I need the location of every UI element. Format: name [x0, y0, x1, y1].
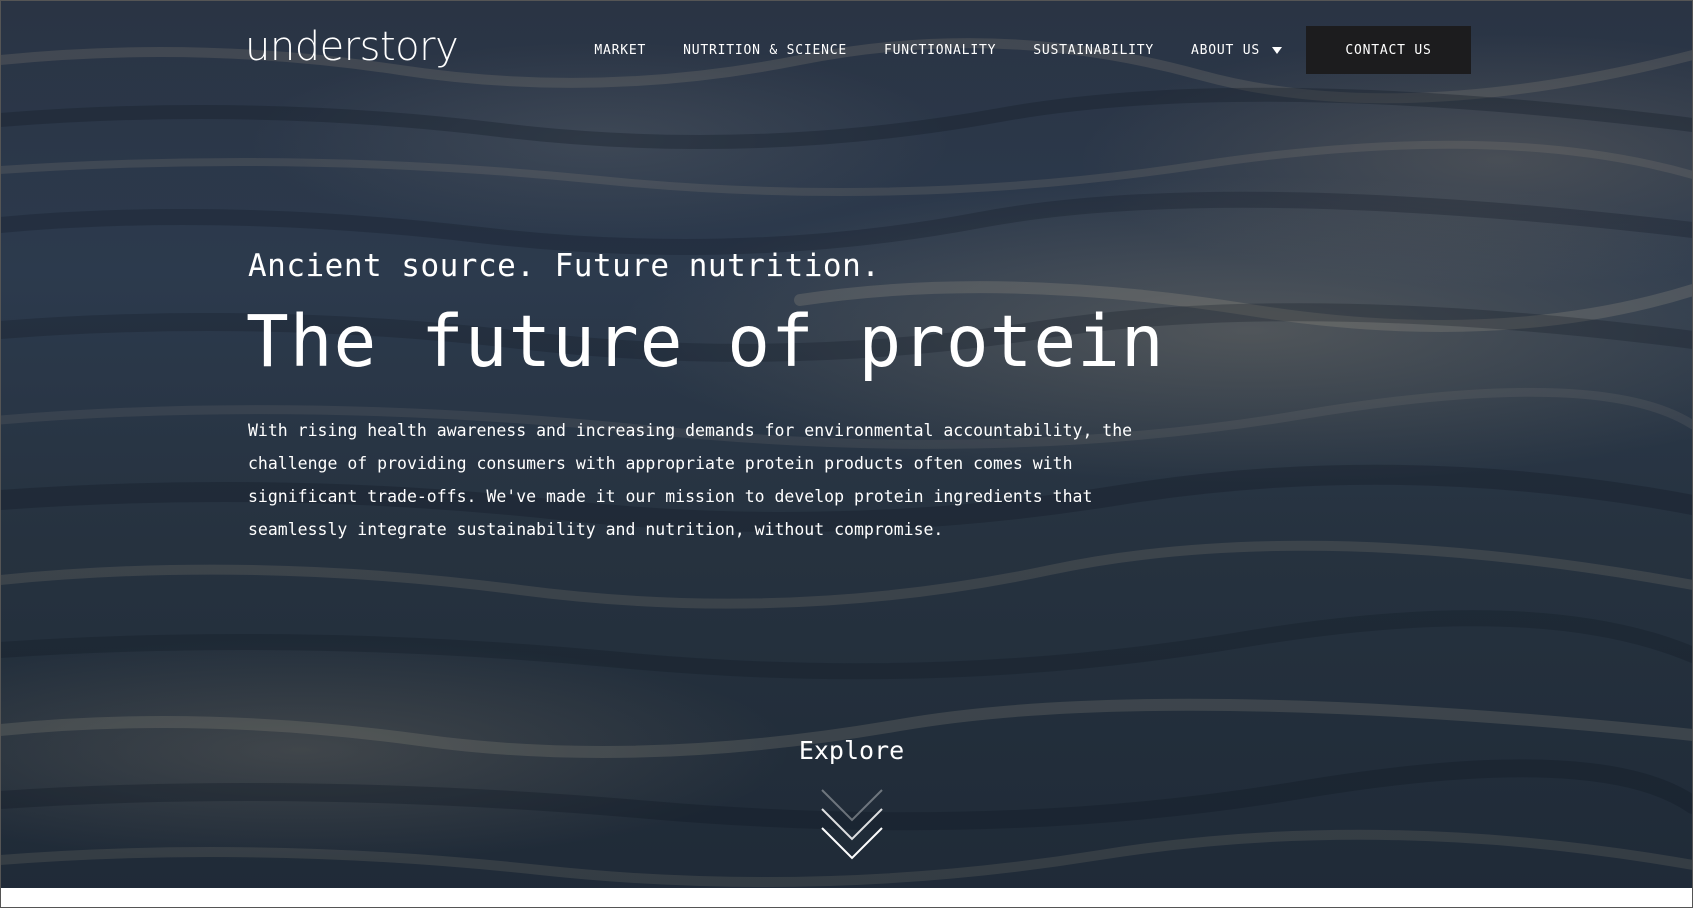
caret-down-icon — [1272, 46, 1282, 54]
nav-item-label: FUNCTIONALITY — [884, 42, 997, 58]
chevron-down-icon[interactable] — [819, 787, 885, 861]
nav-item-label: ABOUT US — [1190, 42, 1260, 58]
nav-item-market[interactable]: MARKET — [594, 43, 646, 58]
nav-item-functionality[interactable]: FUNCTIONALITY — [884, 43, 996, 58]
hero-headline: The future of protein — [246, 300, 1165, 383]
page-bottom-edge — [0, 888, 1693, 908]
hero-section: understory MARKET NUTRITION & SCIENCE FU… — [0, 0, 1693, 908]
nav-item-nutrition-science[interactable]: NUTRITION & SCIENCE — [683, 43, 847, 58]
brand-logo[interactable]: understory — [245, 24, 459, 70]
explore-label[interactable]: Explore — [0, 736, 1693, 765]
hero-tagline: Ancient source. Future nutrition. — [248, 248, 881, 284]
nav-item-sustainability[interactable]: SUSTAINABILITY — [1033, 43, 1154, 58]
nav-item-label: NUTRITION & SCIENCE — [683, 42, 848, 58]
main-nav: MARKET NUTRITION & SCIENCE FUNCTIONALITY… — [557, 26, 1471, 74]
nav-item-label: MARKET — [594, 42, 647, 58]
nav-item-about-us[interactable]: ABOUT US — [1191, 43, 1282, 58]
hero-description: With rising health awareness and increas… — [248, 421, 1133, 539]
nav-item-label: SUSTAINABILITY — [1033, 42, 1154, 58]
contact-us-button[interactable]: CONTACT US — [1306, 26, 1471, 74]
